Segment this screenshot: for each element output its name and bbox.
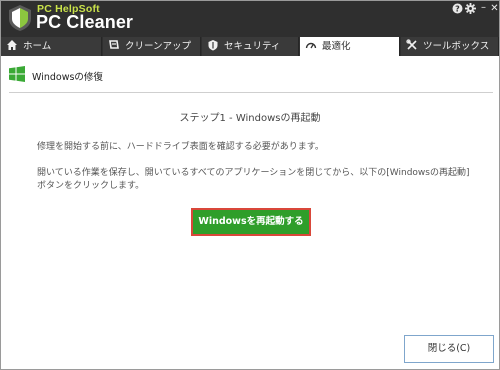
section-divider [9, 92, 493, 93]
close-icon[interactable]: ✕ [489, 3, 499, 14]
tab-optimize-label: 最適化 [322, 41, 351, 52]
instruction-text-1: 修理を開始する前に、ハードドライブ表面を確認する必要があります。 [37, 142, 324, 152]
tab-toolbox[interactable]: ツールボックス [401, 37, 499, 56]
tab-home-label: ホーム [23, 41, 52, 52]
tab-toolbox-label: ツールボックス [423, 41, 490, 52]
close-button[interactable]: 閉じる(C) [404, 335, 494, 363]
step-title: ステップ1 - Windowsの再起動 [179, 113, 321, 124]
home-icon [7, 40, 17, 50]
app-logo-icon [9, 5, 31, 31]
broom-icon [109, 40, 119, 49]
gear-icon[interactable] [465, 3, 476, 14]
instruction-text-2: 開いている作業を保存し、開いているすべてのアプリケーションを閉じてから、以下の[… [37, 168, 470, 191]
tab-optimize[interactable]: 最適化 [300, 37, 400, 56]
section-header: Windowsの修復 [1, 57, 499, 92]
tab-bar: ホーム クリーンアップ セキュリティ 最適化 ツールボックス [1, 36, 499, 56]
speedometer-icon [305, 42, 317, 49]
app-window: PC HelpSoft PC Cleaner ? – ✕ ホーム クリーンアップ [0, 0, 500, 370]
tab-cleanup-label: クリーンアップ [125, 41, 192, 52]
windows-logo-icon [9, 66, 25, 82]
tab-cleanup[interactable]: クリーンアップ [103, 37, 201, 56]
tab-home[interactable]: ホーム [1, 37, 102, 56]
tab-security[interactable]: セキュリティ [202, 37, 299, 56]
restart-windows-button[interactable]: Windowsを再起動する [191, 208, 311, 236]
svg-text:?: ? [455, 5, 460, 14]
title-bar: PC HelpSoft PC Cleaner ? – ✕ [1, 1, 499, 36]
tools-icon [406, 39, 417, 50]
shield-icon [208, 40, 218, 51]
tab-security-label: セキュリティ [224, 41, 281, 52]
help-icon[interactable]: ? [452, 3, 463, 14]
minimize-icon[interactable]: – [478, 2, 489, 13]
section-title: Windowsの修復 [32, 72, 103, 83]
brand-name: PC Cleaner [36, 12, 134, 32]
